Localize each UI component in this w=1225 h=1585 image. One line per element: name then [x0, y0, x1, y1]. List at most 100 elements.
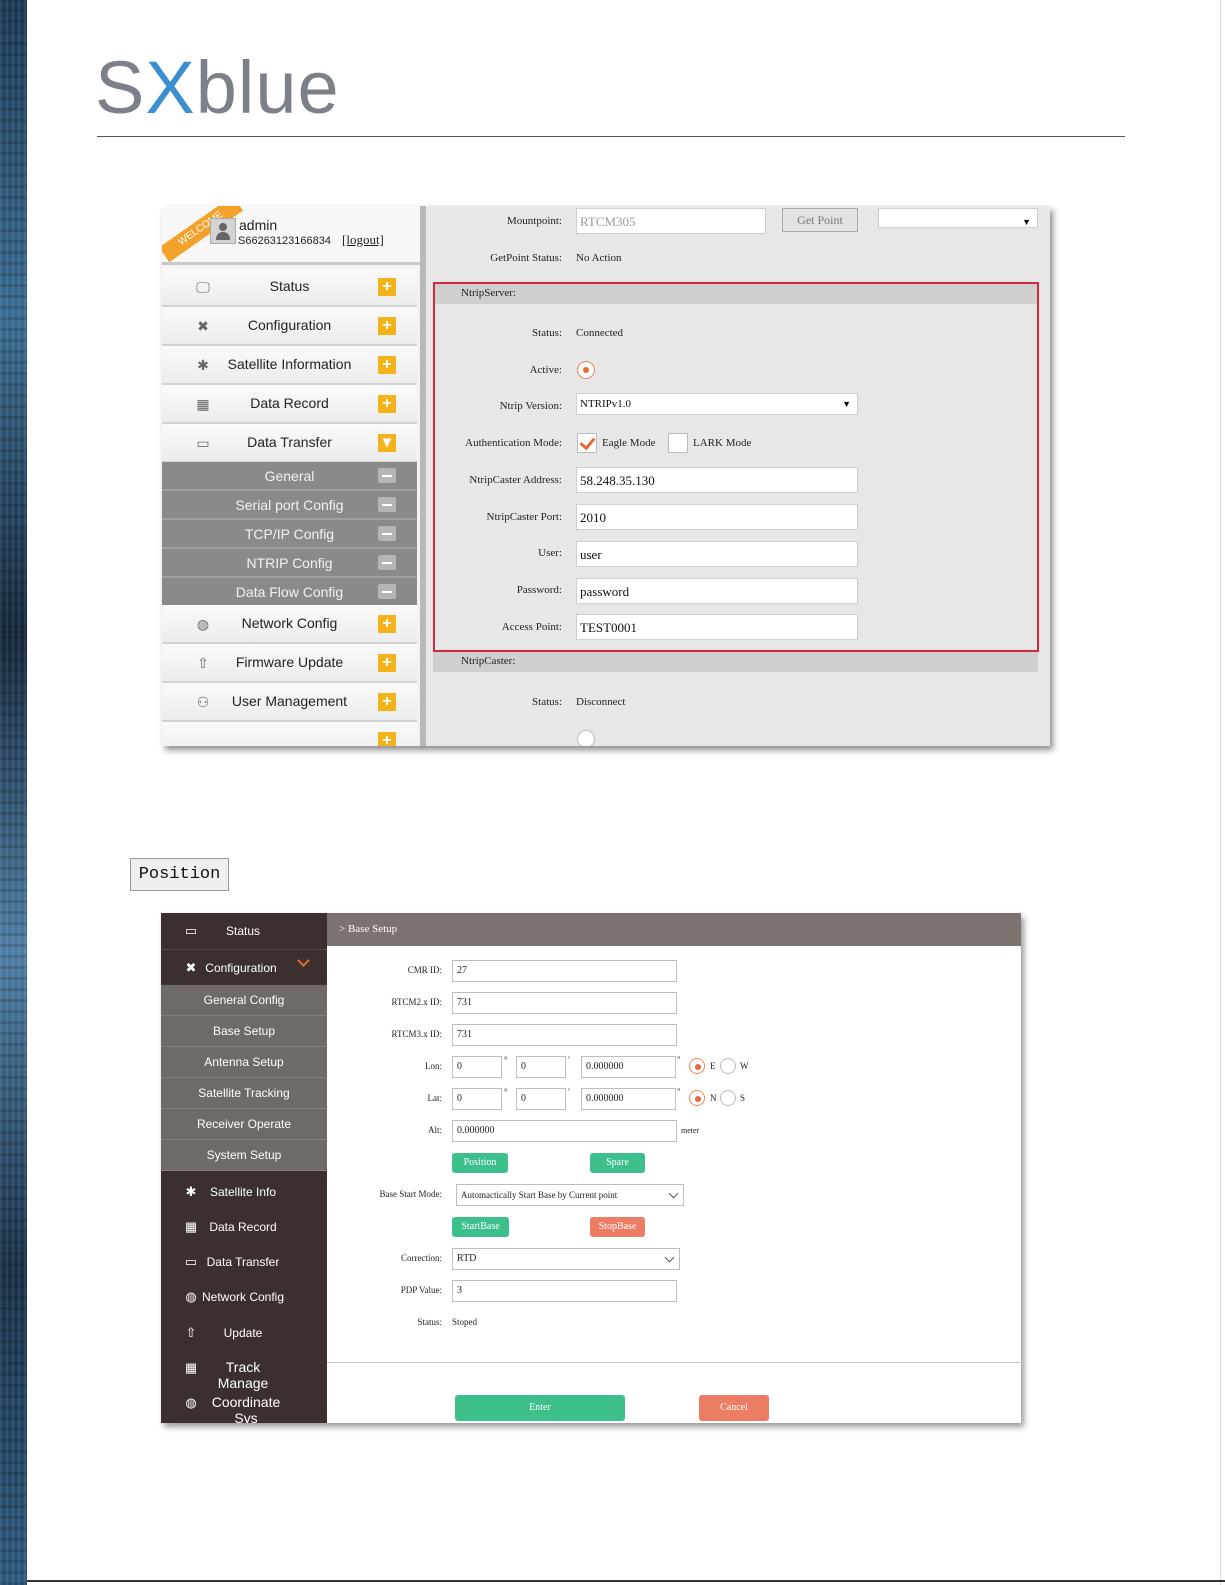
sidebar-item-user-management[interactable]: ⚇ User Management +	[162, 683, 417, 722]
rtcm3-id-input[interactable]: 731	[452, 1024, 677, 1046]
sidebar-item-firmware-update[interactable]: ⇧ Firmware Update +	[162, 644, 417, 683]
page-edge-line	[1220, 0, 1221, 1585]
users-icon: ⚇	[196, 694, 210, 710]
rtcm2-id-label: RTCM2.x ID:	[391, 997, 442, 1007]
sidebar-item-configuration[interactable]: ✖ Configuration	[161, 949, 327, 985]
get-point-button[interactable]: Get Point	[782, 208, 858, 232]
pdop-input[interactable]: 3	[452, 1280, 677, 1302]
enter-button[interactable]: Enter	[455, 1395, 625, 1421]
minus-icon	[378, 526, 396, 541]
sidebar-item-status[interactable]: ▭ Status	[161, 913, 327, 948]
sidebar-item-satellite-information[interactable]: ✱ Satellite Information +	[162, 346, 417, 385]
base-setup-screenshot: ▭ Status ✖ Configuration General Config …	[161, 913, 1021, 1423]
sidebar-item-configuration[interactable]: ✖ Configuration +	[162, 307, 417, 346]
degree-symbol: °	[504, 1055, 508, 1065]
tools-icon: ✖	[185, 960, 197, 975]
sidebar-item-status[interactable]: 🖵 Status +	[162, 268, 417, 307]
sidebar-item-cut-off[interactable]: +	[162, 722, 417, 746]
submenu-data-flow-config[interactable]: Data Flow Config	[162, 578, 417, 607]
submenu-antenna-setup[interactable]: Antenna Setup	[161, 1047, 327, 1078]
east-radio[interactable]	[689, 1058, 705, 1074]
avatar	[210, 218, 236, 244]
base-status-label: Status:	[417, 1317, 442, 1327]
form-divider	[327, 1362, 1021, 1363]
sidebar-item-coordinate-sys[interactable]: ◍ Coordinate Sys	[161, 1385, 327, 1423]
monitor-icon: ▭	[184, 923, 198, 938]
sidebar-item-data-transfer[interactable]: ▭ Data Transfer ▾	[162, 424, 417, 463]
getpoint-status-label: GetPoint Status:	[490, 252, 562, 264]
sidebar-item-track-manage[interactable]: ▦ Track Manage	[161, 1350, 327, 1391]
south-radio[interactable]	[720, 1090, 736, 1106]
mountpoint-input[interactable]: RTCM305	[576, 208, 766, 234]
sidebar-item-update[interactable]: ⇧ Update	[161, 1315, 327, 1350]
rtcm3-id-label: RTCM3.x ID:	[391, 1029, 442, 1039]
alt-unit: meter	[681, 1126, 700, 1135]
stop-base-button[interactable]: StopBase	[590, 1217, 645, 1237]
mountpoint-label: Mountpoint:	[506, 215, 562, 227]
sidebar-item-data-record[interactable]: ▦ Data Record	[161, 1209, 327, 1244]
west-radio[interactable]	[720, 1058, 736, 1074]
ntrip-form: Mountpoint: RTCM305 Get Point ▼ GetPoint…	[428, 206, 1050, 746]
alt-input[interactable]: 0.000000	[452, 1120, 677, 1142]
north-label: N	[710, 1093, 717, 1103]
satellite-icon: ✱	[185, 1184, 197, 1199]
submenu-system-setup[interactable]: System Setup	[161, 1140, 327, 1171]
cmr-id-label: CMR ID:	[407, 965, 442, 975]
expand-plus-icon[interactable]: +	[378, 654, 396, 672]
highlight-box	[433, 282, 1039, 652]
base-start-mode-select[interactable]: Automactically Start Base by Current poi…	[456, 1184, 684, 1206]
lon-degrees-input[interactable]: 0	[452, 1056, 502, 1078]
cancel-button[interactable]: Cancel	[699, 1395, 769, 1421]
submenu-satellite-tracking[interactable]: Satellite Tracking	[161, 1078, 327, 1109]
lat-degrees-input[interactable]: 0	[452, 1088, 502, 1110]
sidebar-item-network-config[interactable]: ◍ Network Config	[161, 1279, 327, 1314]
expand-plus-icon[interactable]: +	[378, 278, 396, 296]
sidebar-item-data-transfer[interactable]: ▭ Data Transfer	[161, 1244, 327, 1279]
lon-minutes-input[interactable]: 0	[516, 1056, 566, 1078]
submenu-general-config[interactable]: General Config	[161, 985, 327, 1016]
submenu-tcpip-config[interactable]: TCP/IP Config	[162, 520, 417, 549]
start-base-button[interactable]: StartBase	[452, 1217, 509, 1237]
submenu-ntrip-config[interactable]: NTRIP Config	[162, 549, 417, 578]
ntripcaster-header: NtripCaster:	[433, 652, 1038, 672]
logout-link[interactable]: [logout]	[342, 232, 384, 248]
header-rule	[97, 136, 1125, 137]
north-radio[interactable]	[689, 1090, 705, 1106]
minute-symbol: ′	[568, 1087, 570, 1097]
caster-status-label: Status:	[532, 696, 562, 708]
username: admin	[239, 217, 278, 233]
lon-seconds-input[interactable]: 0.000000	[581, 1056, 676, 1078]
position-button[interactable]: Position	[452, 1153, 508, 1173]
lat-seconds-input[interactable]: 0.000000	[581, 1088, 676, 1110]
sidebar-item-data-record[interactable]: ▦ Data Record +	[162, 385, 417, 424]
chevron-down-icon	[668, 1188, 679, 1199]
submenu-general[interactable]: General	[162, 462, 417, 491]
minus-icon	[378, 497, 396, 512]
mountpoint-dropdown[interactable]: ▼	[878, 208, 1038, 228]
chevron-down-icon	[664, 1252, 675, 1263]
position-button[interactable]: Position	[130, 858, 229, 891]
calendar-icon: ▦	[196, 396, 210, 412]
second-symbol: ″	[677, 1055, 681, 1065]
sidebar-item-satellite-info[interactable]: ✱ Satellite Info	[161, 1174, 327, 1209]
lat-minutes-input[interactable]: 0	[516, 1088, 566, 1110]
upload-icon: ⇧	[185, 1325, 197, 1340]
rtcm2-id-input[interactable]: 731	[452, 992, 677, 1014]
correction-select[interactable]: RTD	[452, 1248, 680, 1270]
submenu-serial-port-config[interactable]: Serial port Config	[162, 491, 417, 520]
expand-plus-icon[interactable]: +	[378, 732, 396, 746]
east-label: E	[710, 1061, 716, 1071]
satellite-icon: ✱	[197, 357, 209, 373]
globe-icon: ◍	[196, 616, 210, 632]
spare-button[interactable]: Spare	[590, 1153, 645, 1173]
sidebar-item-network-config[interactable]: ◍ Network Config +	[162, 605, 417, 644]
cmr-id-input[interactable]: 27	[452, 960, 677, 982]
caster-active-radio[interactable]	[577, 730, 595, 746]
upload-icon: ⇧	[197, 655, 209, 671]
computer-icon: ▭	[196, 435, 210, 451]
south-label: S	[740, 1093, 746, 1103]
submenu-receiver-operate[interactable]: Receiver Operate	[161, 1109, 327, 1140]
page-title: > Base Setup	[327, 913, 1021, 946]
submenu-base-setup[interactable]: Base Setup	[161, 1016, 327, 1047]
sidebar: ▭ Status ✖ Configuration General Config …	[161, 913, 327, 1423]
